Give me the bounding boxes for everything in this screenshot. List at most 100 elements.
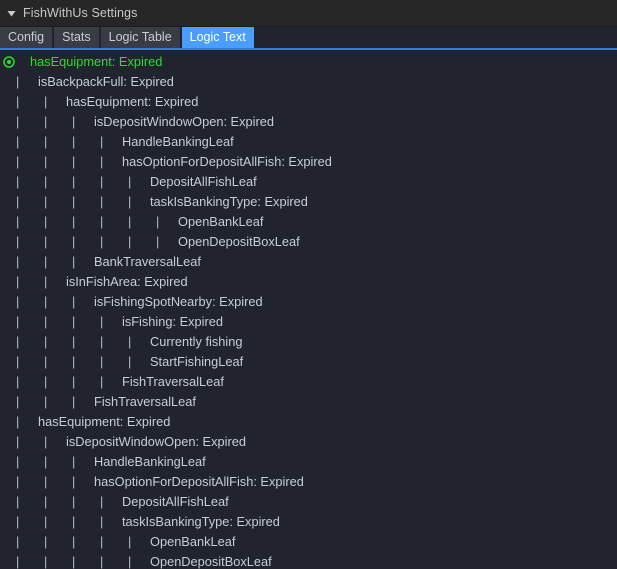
tree-row[interactable]: | | | | | | OpenBankLeaf xyxy=(0,212,617,232)
tab-label: Logic Table xyxy=(108,30,172,44)
indent-guide: | xyxy=(44,194,48,209)
indent-guide: | xyxy=(72,214,76,229)
tree-row[interactable]: | | | | | DepositAllFishLeaf xyxy=(0,172,617,192)
indent-guide: | xyxy=(16,234,20,249)
tree-indent-guides: | | | | xyxy=(0,492,112,512)
indent-guide: | xyxy=(16,494,20,509)
tree-row[interactable]: | | | FishTraversalLeaf xyxy=(0,392,617,412)
tree-row[interactable]: | | | | | | OpenDepositBoxLeaf xyxy=(0,232,617,252)
indent-guide: | xyxy=(44,494,48,509)
tree-indent-guides: | | | | xyxy=(0,512,112,532)
tree-row[interactable]: | | | | taskIsBankingType: Expired xyxy=(0,512,617,532)
tree-row[interactable]: | | | | | Currently fishing xyxy=(0,332,617,352)
tree-row[interactable]: | | | | isFishing: Expired xyxy=(0,312,617,332)
tree-row-label: hasOptionForDepositAllFish: Expired xyxy=(94,474,304,489)
tree-indent-guides: | | | xyxy=(0,472,84,492)
tree-row[interactable]: | | | hasOptionForDepositAllFish: Expired xyxy=(0,472,617,492)
tree-row-label: isFishing: Expired xyxy=(122,314,223,329)
tree-row[interactable]: | hasEquipment: Expired xyxy=(0,412,617,432)
indent-guide: | xyxy=(100,154,104,169)
indent-guide: | xyxy=(16,374,20,389)
indent-guide: | xyxy=(16,514,20,529)
tree-row[interactable]: | isBackpackFull: Expired xyxy=(0,72,617,92)
tab-logic-table[interactable]: Logic Table xyxy=(100,27,180,48)
indent-guide: | xyxy=(72,494,76,509)
indent-guide: | xyxy=(44,94,48,109)
indent-guide: | xyxy=(100,314,104,329)
tree-row[interactable]: | | | | | OpenBankLeaf xyxy=(0,532,617,552)
tree-row[interactable]: | | | | hasOptionForDepositAllFish: Expired xyxy=(0,152,617,172)
tree-row-label: BankTraversalLeaf xyxy=(94,254,201,269)
tree-row-label: taskIsBankingType: Expired xyxy=(150,194,308,209)
tree-row-label: OpenBankLeaf xyxy=(150,534,236,549)
indent-guide: | xyxy=(16,414,20,429)
indent-guide: | xyxy=(72,374,76,389)
tree-indent-guides: | | | xyxy=(0,452,84,472)
tree-row-label: isDepositWindowOpen: Expired xyxy=(66,434,246,449)
tree-indent-guides: | | | | | xyxy=(0,552,140,569)
tree-row-root[interactable]: hasEquipment: Expired xyxy=(0,52,617,72)
tree-row-label: isDepositWindowOpen: Expired xyxy=(94,114,274,129)
tree-indent-guides: | | | | | | xyxy=(0,232,168,252)
indent-guide: | xyxy=(72,194,76,209)
indent-guide: | xyxy=(72,554,76,569)
tree-indent-guides: | | xyxy=(0,92,56,112)
tree-row[interactable]: | | isInFishArea: Expired xyxy=(0,272,617,292)
tree-row-label: isBackpackFull: Expired xyxy=(38,74,174,89)
indent-guide: | xyxy=(72,394,76,409)
indent-guide: | xyxy=(16,274,20,289)
tree-row[interactable]: | | | | | OpenDepositBoxLeaf xyxy=(0,552,617,569)
tree-indent-guides: | | | | xyxy=(0,152,112,172)
indent-guide: | xyxy=(16,94,20,109)
tab-label: Config xyxy=(8,30,45,44)
indent-guide: | xyxy=(16,334,20,349)
indent-guide: | xyxy=(100,174,104,189)
indent-guide: | xyxy=(72,354,76,369)
tree-indent-guides: | | | xyxy=(0,392,84,412)
indent-guide: | xyxy=(44,274,48,289)
tree-indent-guides: | | xyxy=(0,272,56,292)
triangle-down-icon[interactable] xyxy=(5,7,18,20)
indent-guide: | xyxy=(100,234,104,249)
tree-row[interactable]: | | | | FishTraversalLeaf xyxy=(0,372,617,392)
tree-indent-guides: | | | | | | xyxy=(0,212,168,232)
tree-row[interactable]: | | | HandleBankingLeaf xyxy=(0,452,617,472)
tab-stats[interactable]: Stats xyxy=(54,27,99,48)
tree-row[interactable]: | | | | HandleBankingLeaf xyxy=(0,132,617,152)
indent-guide: | xyxy=(44,554,48,569)
indent-guide: | xyxy=(44,314,48,329)
tree-row-label: FishTraversalLeaf xyxy=(122,374,224,389)
tree-row[interactable]: | | | BankTraversalLeaf xyxy=(0,252,617,272)
tab-logic-text[interactable]: Logic Text xyxy=(181,27,254,48)
indent-guide: | xyxy=(72,154,76,169)
indent-guide: | xyxy=(72,334,76,349)
tree-row[interactable]: | | isDepositWindowOpen: Expired xyxy=(0,432,617,452)
tree-indent-guides: | | xyxy=(0,432,56,452)
logic-text-tree[interactable]: hasEquipment: Expired | isBackpackFull: Ex… xyxy=(0,50,617,569)
tree-row[interactable]: | | | | DepositAllFishLeaf xyxy=(0,492,617,512)
tree-row-label: OpenDepositBoxLeaf xyxy=(150,554,272,569)
tree-row[interactable]: | | hasEquipment: Expired xyxy=(0,92,617,112)
indent-guide: | xyxy=(16,454,20,469)
tree-indent-guides: | xyxy=(0,412,28,432)
tree-row-label: HandleBankingLeaf xyxy=(122,134,234,149)
indent-guide: | xyxy=(72,314,76,329)
tree-indent-guides: | xyxy=(0,72,28,92)
tree-row-label: DepositAllFishLeaf xyxy=(150,174,257,189)
tree-row[interactable]: | | | isFishingSpotNearby: Expired xyxy=(0,292,617,312)
window-title: FishWithUs Settings xyxy=(23,6,138,20)
indent-guide: | xyxy=(44,334,48,349)
indent-guide: | xyxy=(44,234,48,249)
tab-config[interactable]: Config xyxy=(0,27,53,48)
tree-row[interactable]: | | | | | taskIsBankingType: Expired xyxy=(0,192,617,212)
tree-row[interactable]: | | | isDepositWindowOpen: Expired xyxy=(0,112,617,132)
tree-row-label: HandleBankingLeaf xyxy=(94,454,206,469)
indent-guide: | xyxy=(72,514,76,529)
indent-guide: | xyxy=(128,234,132,249)
indent-guide: | xyxy=(128,214,132,229)
indent-guide: | xyxy=(44,394,48,409)
tree-row[interactable]: | | | | | StartFishingLeaf xyxy=(0,352,617,372)
indent-guide: | xyxy=(44,454,48,469)
indent-guide: | xyxy=(16,434,20,449)
indent-guide: | xyxy=(16,194,20,209)
